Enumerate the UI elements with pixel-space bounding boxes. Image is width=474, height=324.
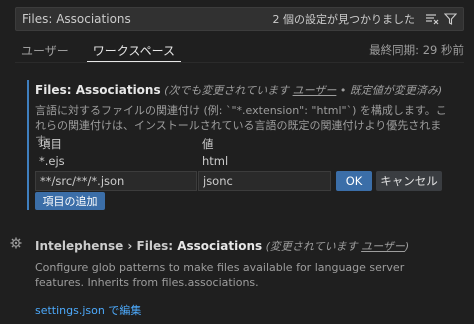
value-input[interactable]: [198, 171, 331, 191]
modified-suffix: • 既定値が変更済み): [336, 84, 443, 97]
modified-suffix: ): [404, 240, 410, 253]
edit-in-settings-json-link[interactable]: settings.json で編集: [35, 302, 455, 318]
setting-name: Associations: [177, 239, 263, 253]
add-item-button[interactable]: 項目の追加: [35, 192, 105, 210]
row-value: html: [202, 154, 229, 168]
search-input[interactable]: Files: Associations: [22, 12, 273, 26]
tab-workspace[interactable]: ワークスペース: [86, 40, 182, 62]
last-synced-label: 最終同期: 29 秒前: [369, 43, 464, 57]
setting-description: Configure glob patterns to make files av…: [35, 261, 405, 289]
clear-filter-icon[interactable]: [425, 12, 439, 26]
row-item: *.ejs: [39, 154, 65, 168]
setting-modified-note: (次でも変更されています ユーザー • 既定値が変更済み): [160, 84, 443, 97]
settings-scope-tabs: ユーザー ワークスペース 最終同期: 29 秒前: [15, 40, 464, 62]
setting-category: Intelephense › Files:: [35, 239, 178, 253]
table-header: 項目 値: [35, 136, 445, 152]
result-count: 2 個の設定が見つかりました: [272, 13, 416, 26]
associations-table: 項目 値 *.ejs html OK キャンセル: [35, 136, 445, 191]
tab-divider: [15, 62, 464, 63]
column-header-item: 項目: [39, 137, 62, 151]
item-input[interactable]: [35, 171, 197, 191]
modified-in-user-link[interactable]: ユーザー: [361, 240, 405, 253]
setting-intelephense-files-associations: Intelephense › Files: Associations (変更され…: [35, 238, 455, 318]
setting-title: Files: Associations (次でも変更されています ユーザー • …: [35, 82, 455, 98]
cancel-button[interactable]: キャンセル: [376, 171, 442, 191]
setting-category: Files:: [35, 83, 76, 97]
modified-prefix: (変更されています: [262, 240, 362, 253]
gear-icon[interactable]: [10, 237, 22, 249]
column-header-value: 値: [202, 137, 214, 151]
edit-row: OK キャンセル: [35, 171, 445, 191]
modified-prefix: (次でも変更されています: [160, 84, 293, 97]
modified-in-user-link[interactable]: ユーザー: [293, 84, 337, 97]
setting-title: Intelephense › Files: Associations (変更され…: [35, 238, 455, 254]
table-row[interactable]: *.ejs html: [35, 152, 445, 170]
focused-setting-indicator: [27, 80, 29, 210]
tab-user[interactable]: ユーザー: [15, 40, 75, 62]
settings-search-box[interactable]: Files: Associations 2 個の設定が見つかりました: [15, 7, 464, 31]
setting-name: Associations: [75, 83, 161, 97]
ok-button[interactable]: OK: [336, 171, 372, 191]
setting-modified-note: (変更されています ユーザー): [262, 240, 410, 253]
filter-icon[interactable]: [443, 12, 457, 26]
